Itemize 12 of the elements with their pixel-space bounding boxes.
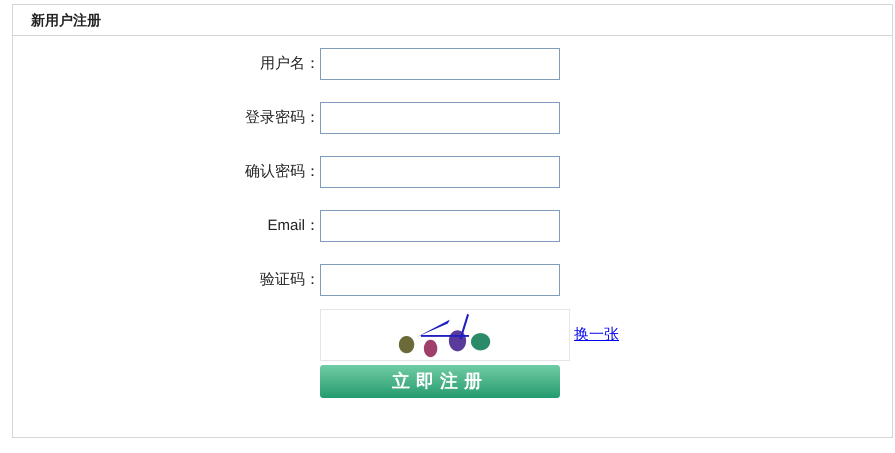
field-label: 用户名： (260, 54, 320, 74)
field-label: 验证码： (260, 270, 320, 290)
refresh-captcha-link[interactable]: 换一张 (574, 324, 619, 346)
field-label: Email： (267, 216, 320, 236)
field-label: 确认密码： (245, 162, 320, 182)
field-label: 登录密码： (245, 108, 320, 128)
input-field[interactable] (320, 264, 560, 296)
input-field[interactable] (320, 156, 560, 188)
panel-title: 新用户注册 (31, 10, 101, 30)
input-field[interactable] (320, 48, 560, 80)
input-field[interactable] (320, 102, 560, 134)
input-field[interactable] (320, 210, 560, 242)
